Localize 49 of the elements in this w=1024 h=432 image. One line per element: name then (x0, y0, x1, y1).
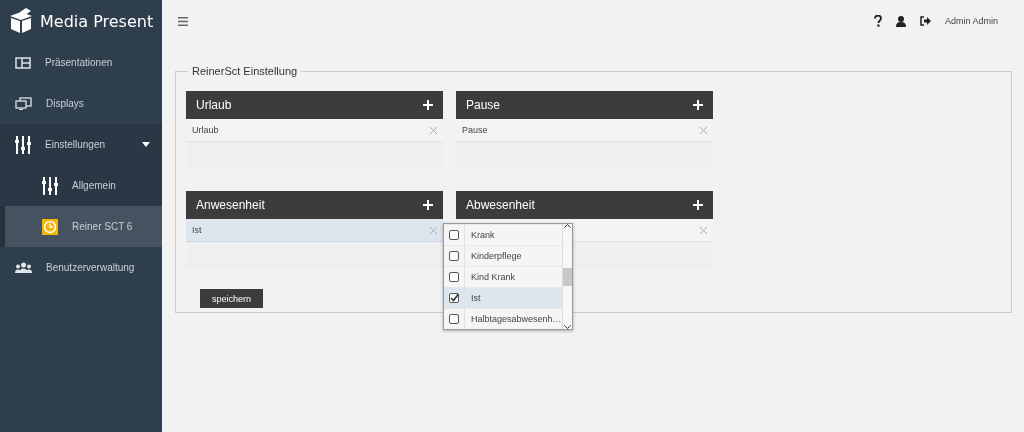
checkbox-icon[interactable] (449, 230, 459, 240)
panel-title: Urlaub (196, 98, 232, 112)
list-row-label: Pause (462, 125, 488, 135)
plus-icon[interactable] (423, 100, 433, 110)
group-title: ReinerSct Einstellung (191, 65, 299, 77)
chevron-down-icon[interactable] (563, 325, 571, 329)
sidebar-item[interactable]: Displays (0, 83, 162, 124)
sidebar-item[interactable]: Reiner SCT 6 (0, 206, 162, 247)
list-row[interactable]: Pause (456, 119, 713, 142)
panel-title: Pause (466, 98, 501, 112)
sidebar-item[interactable]: Allgemein (0, 165, 162, 206)
plus-icon[interactable] (693, 200, 703, 210)
dropdown-option[interactable]: Kinderpflege (444, 245, 562, 266)
plus-icon[interactable] (423, 200, 433, 210)
sidebar-item[interactable]: Präsentationen (0, 42, 162, 83)
panel-title: Anwesenheit (196, 198, 265, 212)
dropdown-option[interactable]: Krank (444, 224, 562, 245)
sidebar-item[interactable]: Benutzerverwaltung (0, 247, 162, 288)
checked-checkbox-icon[interactable] (449, 293, 459, 303)
sliders-icon (15, 135, 31, 154)
plus-icon[interactable] (693, 100, 703, 110)
checkbox-icon[interactable] (449, 272, 459, 282)
user-icon[interactable] (895, 15, 906, 27)
scrollbar[interactable] (561, 224, 572, 329)
chevron-up-icon[interactable] (563, 224, 571, 228)
list-row[interactable]: Urlaub (186, 119, 443, 142)
checkbox-icon[interactable] (449, 314, 459, 324)
brand-title: Media Present (40, 11, 154, 31)
box-logo-icon (8, 8, 34, 34)
checkbox-icon[interactable] (449, 251, 459, 261)
dropdown-option[interactable]: Kind Krank (444, 266, 562, 287)
layout-icon (15, 56, 31, 69)
logout-icon[interactable] (919, 16, 931, 26)
user-name[interactable]: Admin Admin (944, 16, 998, 26)
save-button[interactable]: speichern (200, 289, 263, 308)
menu-icon[interactable] (178, 16, 188, 26)
help-icon[interactable] (873, 15, 882, 27)
caret-icon (142, 142, 150, 147)
clock-icon (42, 218, 58, 235)
scrollbar-thumb[interactable] (562, 267, 572, 286)
panel-title: Abwesenheit (466, 198, 535, 212)
sidebar-item[interactable]: Einstellungen (0, 124, 162, 165)
users-icon (15, 262, 32, 273)
dropdown-option[interactable]: Halbtagesabwesenh… (444, 308, 562, 329)
list-row[interactable]: Ist (186, 219, 443, 242)
displays-icon (15, 97, 32, 110)
list-row-label: Urlaub (192, 125, 219, 135)
sliders-icon (42, 176, 58, 195)
list-row-label: Ist (192, 225, 202, 235)
